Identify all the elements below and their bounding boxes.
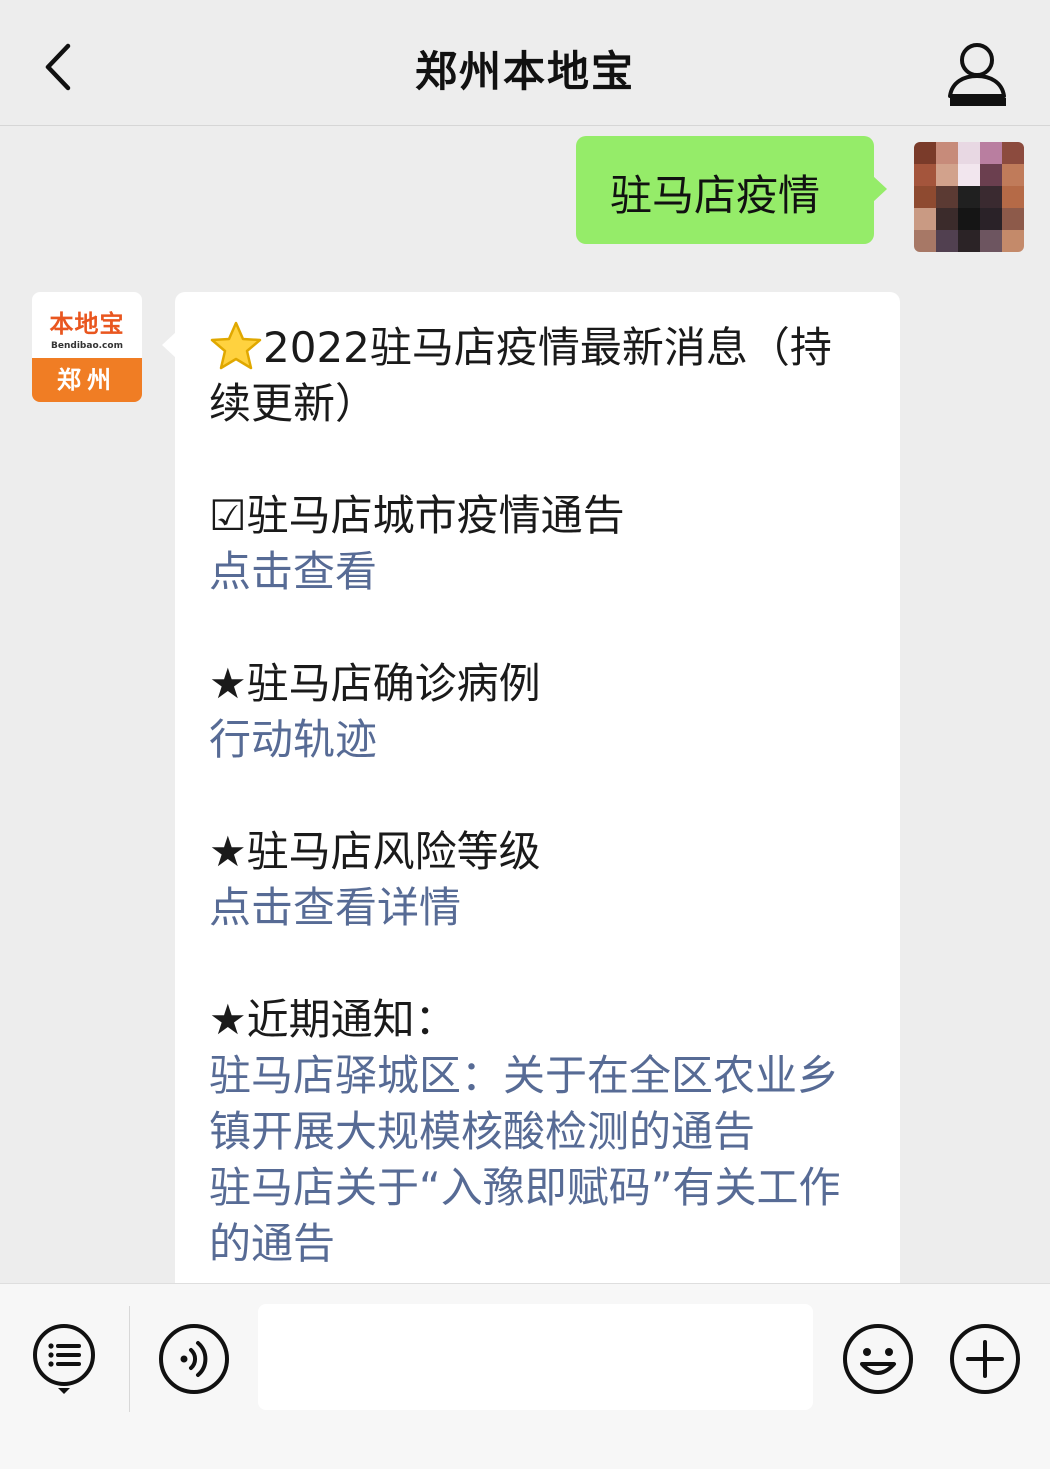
link-recent-notice[interactable]: 驻马店驿城区：关于在全区农业乡镇开展大规模核酸检测的通告 <box>209 1048 870 1160</box>
more-button[interactable] <box>948 1322 1022 1396</box>
outgoing-message-text: 驻马店疫情 <box>610 171 821 220</box>
bottom-input-bar <box>0 1283 1050 1469</box>
section-title: ☑驻马店城市疫情通告 <box>209 491 625 540</box>
logo-city: 郑州 <box>32 358 142 402</box>
outgoing-message-bubble[interactable]: 驻马店疫情 <box>576 136 887 244</box>
menu-list-icon <box>33 1324 95 1394</box>
star-emoji-icon <box>210 321 262 370</box>
voice-icon <box>159 1324 229 1394</box>
user-avatar[interactable] <box>914 142 1024 252</box>
official-account-avatar[interactable]: 本地宝 Bendibao.com 郑州 <box>32 292 142 402</box>
message-headline: 2022驻马店疫情最新消息（持续更新） <box>209 320 870 432</box>
divider <box>129 1306 130 1412</box>
bubble-tail <box>873 176 887 202</box>
emoji-icon <box>843 1324 913 1394</box>
emoji-button[interactable] <box>841 1322 915 1396</box>
link-city-notice[interactable]: 点击查看 <box>209 544 870 600</box>
link-risk-level[interactable]: 点击查看详情 <box>209 880 870 936</box>
logo-text: 本地宝 <box>49 310 125 338</box>
link-recent-notice[interactable]: 驻马店关于“入豫即赋码”有关工作的通告 <box>209 1160 870 1272</box>
section-title: ★近期通知： <box>209 995 457 1044</box>
headline-text: 2022驻马店疫情最新消息（持续更新） <box>209 323 832 428</box>
chat-message-area[interactable]: 驻马店疫情 本地宝 Bendibao.com 郑州 2022驻马店疫情最新消息（… <box>0 126 1050 1283</box>
message-input[interactable] <box>258 1304 813 1410</box>
link-case-tracks[interactable]: 行动轨迹 <box>209 712 870 768</box>
profile-button[interactable] <box>942 38 1012 110</box>
person-icon <box>948 43 1006 106</box>
top-nav-bar: 郑州本地宝 <box>0 0 1050 126</box>
voice-button[interactable] <box>157 1322 231 1396</box>
section-title: ★驻马店确诊病例 <box>209 659 541 708</box>
section-title: ★驻马店风险等级 <box>209 827 541 876</box>
logo-subtext: Bendibao.com <box>51 341 123 351</box>
menu-button[interactable] <box>29 1322 103 1396</box>
chat-title: 郑州本地宝 <box>414 47 635 96</box>
incoming-message-bubble[interactable]: 2022驻马店疫情最新消息（持续更新） ☑驻马店城市疫情通告 点击查看 ★驻马店… <box>162 292 900 1283</box>
plus-icon <box>950 1324 1020 1394</box>
bubble-tail <box>162 332 176 358</box>
